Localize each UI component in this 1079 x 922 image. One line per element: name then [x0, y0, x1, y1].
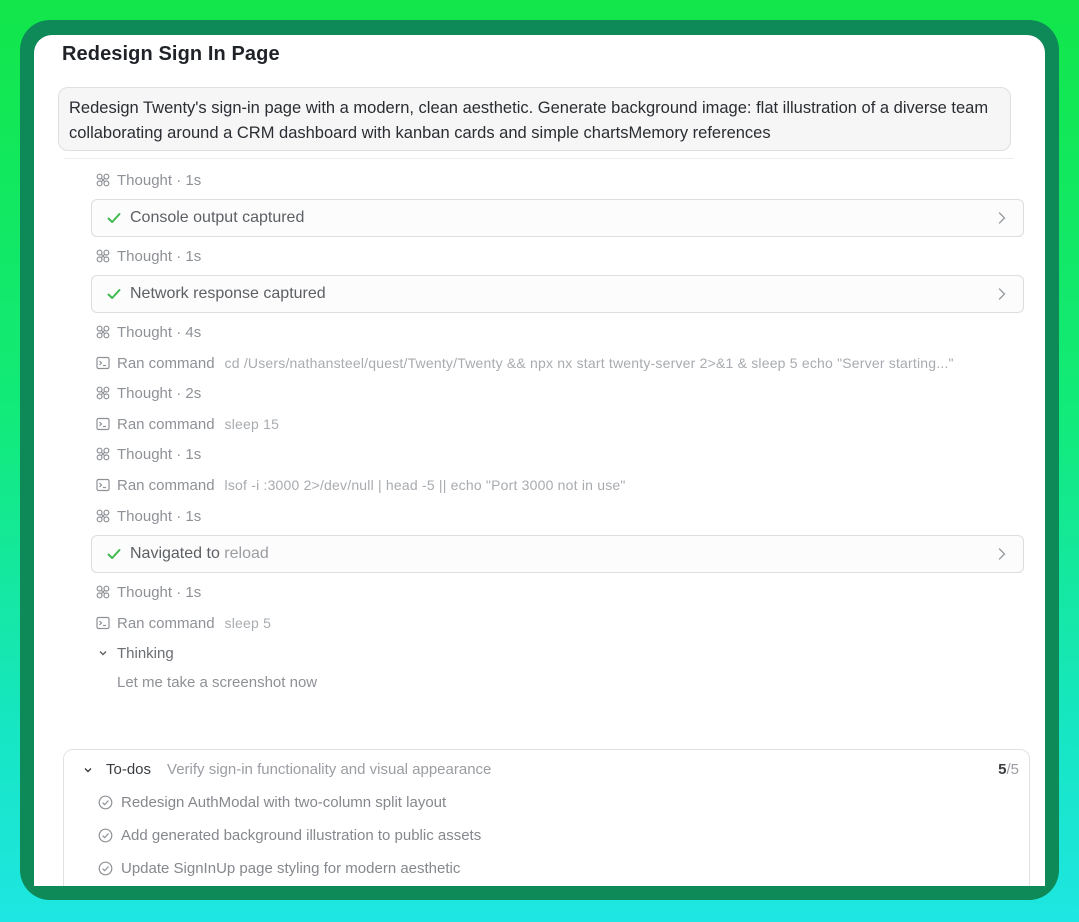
command-text: lsof -i :3000 2>/dev/null | head -5 || e…: [224, 477, 626, 493]
todo-item: Update SignInUp page styling for modern …: [98, 860, 460, 877]
check-circle-icon: [98, 828, 113, 843]
step-label: Thought · 1s: [117, 507, 202, 525]
thinking-text: Let me take a screenshot now: [117, 674, 318, 691]
chevron-right-icon: [997, 287, 1007, 301]
step-label: Thought · 1s: [117, 247, 202, 265]
thought-row: Thought · 1s: [96, 444, 201, 464]
todos-count: 5/5: [998, 761, 1019, 778]
check-icon: [106, 210, 122, 226]
card-label: Navigated to: [130, 545, 220, 562]
page-title: Redesign Sign In Page: [62, 43, 280, 65]
user-prompt: Redesign Twenty's sign-in page with a mo…: [58, 87, 1011, 151]
card-label-fade: reload: [219, 545, 269, 562]
thought-row: Thought · 4s: [96, 322, 201, 342]
step-label: Thought · 1s: [117, 583, 202, 601]
check-icon: [106, 286, 122, 302]
thought-row: Thought · 1s: [96, 170, 201, 190]
ran-command-row[interactable]: Ran command cd /Users/nathansteel/quest/…: [96, 353, 954, 373]
todos-total: /5: [1006, 761, 1019, 778]
todo-text: Add generated background illustration to…: [121, 827, 482, 844]
thought-row: Thought · 1s: [96, 506, 201, 526]
console-output-card[interactable]: Console output captured: [91, 199, 1024, 237]
step-label: Thought · 4s: [117, 323, 202, 341]
chevron-down-icon: [96, 646, 110, 660]
terminal-icon: [96, 417, 110, 431]
card-label: Network response captured: [130, 285, 326, 302]
chevron-down-icon: [82, 764, 94, 776]
ran-command-row[interactable]: Ran command lsof -i :3000 2>/dev/null | …: [96, 475, 626, 495]
todo-item: Add generated background illustration to…: [98, 827, 481, 844]
todo-item: Redesign AuthModal with two-column split…: [98, 794, 446, 811]
chevron-right-icon: [997, 211, 1007, 225]
card-label: Console output captured: [130, 209, 305, 226]
terminal-icon: [96, 478, 110, 492]
chevron-right-icon: [997, 547, 1007, 561]
step-label: Ran command: [117, 354, 215, 372]
thought-icon: [96, 249, 110, 263]
terminal-icon: [96, 356, 110, 370]
thought-icon: [96, 585, 110, 599]
chat-panel: Redesign Sign In Page Redesign Twenty's …: [34, 35, 1045, 886]
todos-panel: To-dos Verify sign-in functionality and …: [63, 749, 1030, 886]
step-label: Ran command: [117, 415, 215, 433]
thought-icon: [96, 325, 110, 339]
step-label: Thought · 1s: [117, 171, 202, 189]
todos-header[interactable]: To-dos Verify sign-in functionality and …: [82, 761, 491, 778]
divider: [64, 158, 1014, 159]
navigated-card[interactable]: Navigated to reload: [91, 535, 1024, 573]
command-text: sleep 15: [224, 416, 280, 432]
check-circle-icon: [98, 795, 113, 810]
ran-command-row[interactable]: Ran command sleep 15: [96, 414, 279, 434]
network-response-card[interactable]: Network response captured: [91, 275, 1024, 313]
check-icon: [106, 546, 122, 562]
thought-row: Thought · 1s: [96, 246, 201, 266]
todos-current: Verify sign-in functionality and visual …: [167, 761, 492, 778]
command-text: sleep 5: [224, 615, 272, 631]
todo-text: Redesign AuthModal with two-column split…: [121, 794, 447, 811]
step-label: Ran command: [117, 476, 215, 494]
thought-icon: [96, 509, 110, 523]
thinking-toggle[interactable]: Thinking: [96, 643, 174, 663]
todo-text: Update SignInUp page styling for modern …: [121, 860, 461, 877]
step-label: Thought · 2s: [117, 384, 202, 402]
terminal-icon: [96, 616, 110, 630]
check-circle-icon: [98, 861, 113, 876]
thought-icon: [96, 386, 110, 400]
thought-row: Thought · 1s: [96, 582, 201, 602]
step-label: Ran command: [117, 614, 215, 632]
thought-icon: [96, 447, 110, 461]
todos-label: To-dos: [106, 761, 152, 778]
ran-command-row[interactable]: Ran command sleep 5: [96, 613, 271, 633]
thought-row: Thought · 2s: [96, 383, 201, 403]
command-text: cd /Users/nathansteel/quest/Twenty/Twent…: [224, 355, 954, 371]
thinking-label: Thinking: [117, 644, 174, 662]
step-label: Thought · 1s: [117, 445, 202, 463]
thought-icon: [96, 173, 110, 187]
